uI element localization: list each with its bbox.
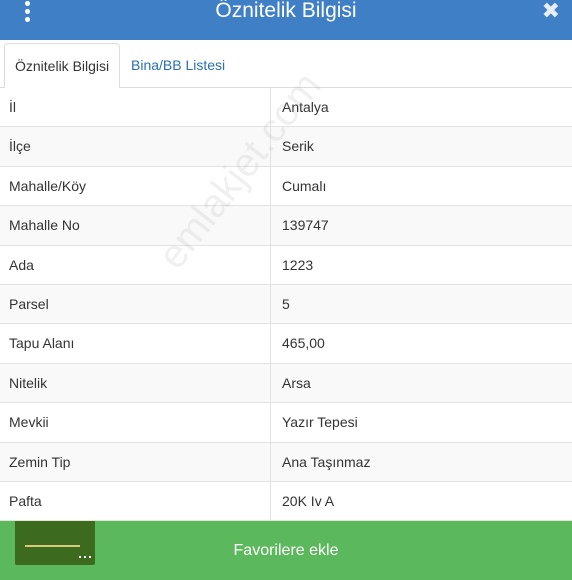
tab-bina-bb-listesi[interactable]: Bina/BB Listesi: [121, 43, 235, 88]
dialog-title: Öznitelik Bilgisi: [215, 0, 357, 22]
table-row: İl Antalya: [0, 88, 572, 128]
attribute-value: Serik: [282, 138, 314, 155]
table-row: Pafta 20K Iv A: [0, 481, 572, 522]
table-row: Mevkii Yazır Tepesi: [0, 403, 572, 443]
attribute-value: Antalya: [282, 99, 329, 115]
table-row: Parsel 5: [0, 284, 572, 325]
attribute-key: Mevkii: [0, 403, 271, 442]
attribute-value: 139747: [282, 217, 329, 234]
attribute-key: Pafta: [0, 481, 271, 521]
table-row: Nitelik Arsa: [0, 363, 572, 404]
table-row: İlçe Serik: [0, 127, 572, 167]
table-row: Tapu Alanı 465,00: [0, 324, 572, 364]
attribute-key: Ada: [0, 245, 271, 284]
attribute-key: Mahalle/Köy: [0, 166, 271, 206]
close-icon[interactable]: ✖: [542, 0, 560, 24]
map-thumbnail[interactable]: [15, 521, 95, 565]
table-row: Zemin Tip Ana Taşınmaz: [0, 442, 572, 482]
table-row: Mahalle No 139747: [0, 206, 572, 246]
attribute-value: Cumalı: [282, 177, 327, 194]
tab-bar: Öznitelik Bilgisi Bina/BB Listesi: [0, 40, 572, 88]
attribute-value: 20K Iv A: [282, 492, 335, 509]
attribute-key: Tapu Alanı: [0, 324, 271, 363]
attribute-key: Parsel: [0, 284, 271, 324]
attribute-value: 1223: [282, 256, 314, 273]
table-row: Mahalle/Köy Cumalı: [0, 166, 572, 207]
attribute-value: 5: [282, 295, 290, 312]
attribute-value: 465,00: [282, 335, 325, 352]
attribute-value: Ana Taşınmaz: [282, 453, 371, 470]
footer-bar: Favorilere ekle: [0, 521, 572, 580]
attribute-value: Yazır Tepesi: [282, 414, 358, 431]
attribute-key: Zemin Tip: [0, 442, 271, 481]
attribute-key: Mahalle No: [0, 206, 271, 245]
tab-oznitelik-bilgisi[interactable]: Öznitelik Bilgisi: [4, 43, 121, 88]
attribute-table: İl Antalya İlçe Serik Mahalle/Köy Cumalı…: [0, 88, 572, 522]
attribute-key: Nitelik: [0, 363, 271, 403]
table-row: Ada 1223: [0, 245, 572, 285]
attribute-key: İl: [0, 88, 271, 127]
attribute-key: İlçe: [0, 127, 271, 166]
attribute-value: Arsa: [282, 374, 311, 391]
dialog-header: Öznitelik Bilgisi ✖: [0, 0, 572, 40]
